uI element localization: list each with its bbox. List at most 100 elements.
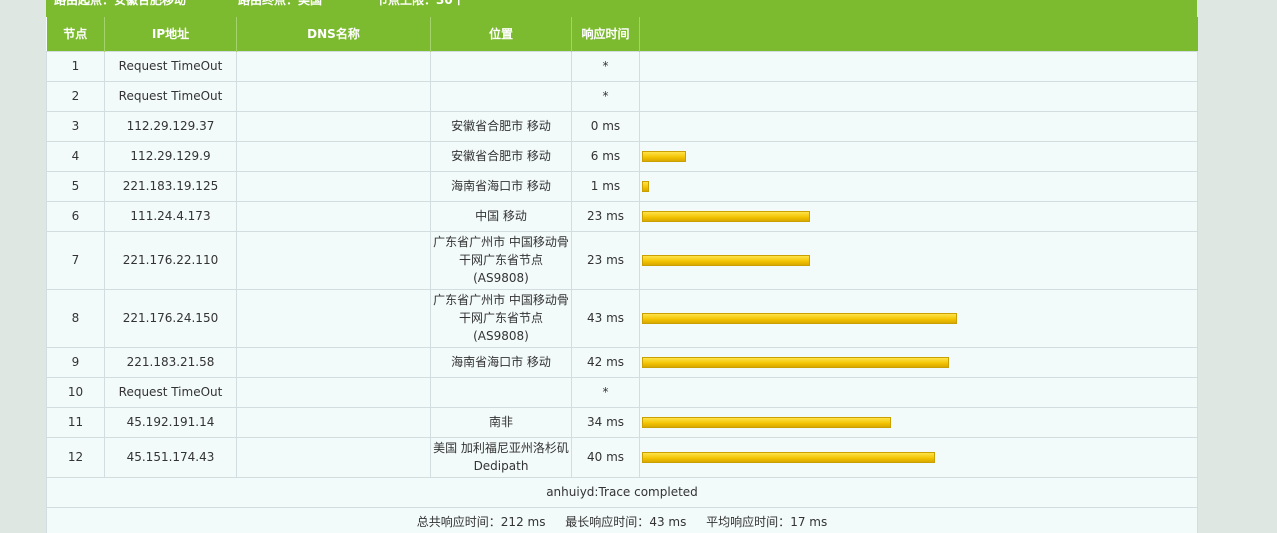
response-bar-cell [639, 140, 1198, 172]
dns-cell [236, 80, 431, 112]
ip-cell: 221.176.24.150 [104, 288, 237, 348]
response-bar-cell [639, 406, 1198, 438]
location-cell: 安徽省合肥市 移动 [430, 140, 572, 172]
total-time-label: 总共响应时间： [416, 515, 501, 529]
trace-panel: 路由起点：安徽合肥移动 路由终点：美国 节点上限：30个 节点 IP地址 DNS… [46, 0, 1198, 533]
location-cell: 海南省海口市 移动 [430, 170, 572, 202]
max-time-label: 最长响应时间： [565, 515, 650, 529]
response-bar-cell [639, 346, 1198, 378]
response-bar-cell [639, 110, 1198, 142]
col-header-location: 位置 [430, 17, 572, 51]
dns-cell [236, 230, 431, 290]
node-cell: 12 [46, 436, 105, 478]
dns-cell [236, 406, 431, 438]
time-cell: 42 ms [571, 346, 640, 378]
route-start: 路由起点：安徽合肥移动 [54, 0, 187, 7]
dns-cell [236, 140, 431, 172]
time-cell: 43 ms [571, 288, 640, 348]
ip-cell: 112.29.129.9 [104, 140, 237, 172]
ip-cell: Request TimeOut [104, 376, 237, 408]
ip-cell: 112.29.129.37 [104, 110, 237, 142]
response-bar-cell [639, 230, 1198, 290]
summary-row: 总共响应时间：212 ms 最长响应时间：43 ms 平均响应时间：17 ms [46, 506, 1198, 533]
table-row: 2 Request TimeOut * [46, 80, 1198, 112]
location-cell [430, 50, 572, 82]
node-limit: 节点上限：30个 [376, 0, 465, 7]
col-header-time: 响应时间 [571, 17, 640, 51]
ip-cell: 221.176.22.110 [104, 230, 237, 290]
node-cell: 5 [46, 170, 105, 202]
node-cell: 8 [46, 288, 105, 348]
ip-cell: 45.151.174.43 [104, 436, 237, 478]
location-cell: 南非 [430, 406, 572, 438]
table-row: 8 221.176.24.150 广东省广州市 中国移动骨干网广东省节点(AS980… [46, 288, 1198, 348]
response-bar-cell [639, 288, 1198, 348]
ip-cell: 221.183.19.125 [104, 170, 237, 202]
response-time-bar [642, 254, 810, 266]
table-row: 9 221.183.21.58 海南省海口市 移动 42 ms [46, 346, 1198, 378]
location-cell: 广东省广州市 中国移动骨干网广东省节点(AS9808) [430, 230, 572, 290]
dns-cell [236, 110, 431, 142]
dns-cell [236, 200, 431, 232]
table-row: 3 112.29.129.37 安徽省合肥市 移动 0 ms [46, 110, 1198, 142]
node-cell: 3 [46, 110, 105, 142]
dns-cell [236, 288, 431, 348]
response-bar-cell [639, 170, 1198, 202]
response-bar-cell [639, 200, 1198, 232]
response-time-bar [642, 451, 935, 463]
time-cell: 0 ms [571, 110, 640, 142]
table-row: 10 Request TimeOut * [46, 376, 1198, 408]
table-row: 12 45.151.174.43 美国 加利福尼亚州洛杉矶Dedipath 40 ms [46, 436, 1198, 478]
response-time-bar [642, 356, 949, 368]
dns-cell [236, 436, 431, 478]
max-time-value: 43 ms [649, 515, 687, 529]
response-bar-cell [639, 436, 1198, 478]
response-bar-cell [639, 376, 1198, 408]
table-row: 11 45.192.191.14 南非 34 ms [46, 406, 1198, 438]
node-cell: 4 [46, 140, 105, 172]
node-cell: 11 [46, 406, 105, 438]
location-cell: 美国 加利福尼亚州洛杉矶Dedipath [430, 436, 572, 478]
time-cell: * [571, 50, 640, 82]
response-bar-cell [639, 50, 1198, 82]
response-time-bar [642, 312, 957, 324]
location-cell [430, 80, 572, 112]
col-header-bar [639, 17, 1198, 51]
response-time-bar [642, 416, 891, 428]
time-cell: 40 ms [571, 436, 640, 478]
total-time-value: 212 ms [500, 515, 546, 529]
node-cell: 9 [46, 346, 105, 378]
trace-status: anhuiyd:Trace completed [46, 476, 1198, 508]
time-cell: 23 ms [571, 200, 640, 232]
time-cell: 1 ms [571, 170, 640, 202]
response-time-bar [642, 150, 686, 162]
ip-cell: Request TimeOut [104, 80, 237, 112]
location-cell: 广东省广州市 中国移动骨干网广东省节点(AS9808) [430, 288, 572, 348]
node-cell: 1 [46, 50, 105, 82]
time-cell: 34 ms [571, 406, 640, 438]
dns-cell [236, 346, 431, 378]
response-time-bar [642, 180, 649, 192]
response-time-bar [642, 210, 810, 222]
traceroute-table: 节点 IP地址 DNS名称 位置 响应时间 1 Request TimeOut * 2… [46, 17, 1198, 533]
time-cell: * [571, 376, 640, 408]
node-cell: 7 [46, 230, 105, 290]
ip-cell: 111.24.4.173 [104, 200, 237, 232]
location-cell: 海南省海口市 移动 [430, 346, 572, 378]
dns-cell [236, 50, 431, 82]
ip-cell: Request TimeOut [104, 50, 237, 82]
route-end: 路由终点：美国 [238, 0, 323, 7]
col-header-dns: DNS名称 [236, 17, 431, 51]
node-cell: 6 [46, 200, 105, 232]
table-row: 6 111.24.4.173 中国 移动 23 ms [46, 200, 1198, 232]
table-row: 4 112.29.129.9 安徽省合肥市 移动 6 ms [46, 140, 1198, 172]
dns-cell [236, 170, 431, 202]
table-row: 5 221.183.19.125 海南省海口市 移动 1 ms [46, 170, 1198, 202]
response-bar-cell [639, 80, 1198, 112]
node-cell: 2 [46, 80, 105, 112]
time-cell: 6 ms [571, 140, 640, 172]
location-cell: 安徽省合肥市 移动 [430, 110, 572, 142]
col-header-node: 节点 [46, 17, 105, 51]
table-row: 7 221.176.22.110 广东省广州市 中国移动骨干网广东省节点(AS980… [46, 230, 1198, 290]
avg-time-label: 平均响应时间： [706, 515, 791, 529]
